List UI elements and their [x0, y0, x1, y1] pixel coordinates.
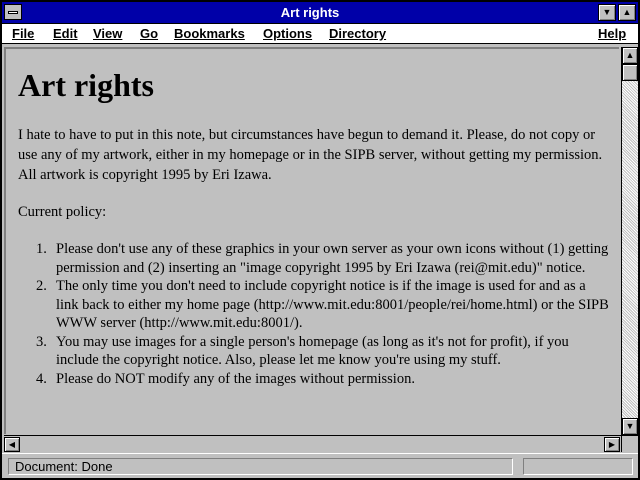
vertical-scroll-thumb[interactable] [622, 64, 638, 81]
browser-window: Art rights ▼ ▲ File Edit View Go Bookmar… [0, 0, 640, 480]
status-text: Document: Done [8, 458, 513, 475]
list-item: 3. You may use images for a single person… [36, 333, 611, 370]
menu-file[interactable]: File [12, 26, 34, 41]
window-title: Art rights [280, 5, 340, 20]
scroll-down-button[interactable]: ▼ [622, 418, 638, 435]
scroll-left-button[interactable]: ◀ [4, 437, 20, 452]
list-text: The only time you don't need to include … [56, 278, 609, 331]
title-bar[interactable]: Art rights ▼ ▲ [2, 2, 638, 24]
triangle-up-icon: ▲ [622, 7, 632, 17]
list-number: 3. [36, 333, 47, 350]
arrow-down-icon: ▼ [625, 421, 635, 431]
minimize-button[interactable]: ▼ [598, 4, 616, 21]
policy-list: 1. Please don't use any of these graphics… [36, 240, 611, 389]
scroll-right-button[interactable]: ▶ [604, 437, 620, 452]
policy-label: Current policy: [18, 204, 107, 220]
list-number: 1. [36, 241, 47, 257]
menu-view[interactable]: View [93, 26, 122, 41]
list-number: 2. [36, 278, 47, 294]
list-text: You may use images for a single person's… [56, 333, 569, 369]
list-number: 4. [36, 370, 47, 387]
status-bar: Document: Done [2, 453, 638, 478]
vertical-scrollbar[interactable]: ▲ ▼ [621, 47, 638, 435]
intro-paragraph: I hate to have to put in this note, but … [18, 127, 603, 183]
arrow-right-icon: ▶ [608, 440, 616, 449]
document-view[interactable]: Art rights I hate to have to put in this… [4, 47, 619, 434]
progress-indicator [523, 458, 633, 475]
menu-go[interactable]: Go [140, 26, 158, 41]
scroll-up-button[interactable]: ▲ [622, 47, 638, 64]
list-text: Please don't use any of these graphics i… [56, 241, 609, 276]
menu-edit[interactable]: Edit [53, 26, 78, 41]
page-heading: Art rights [18, 67, 154, 103]
maximize-button[interactable]: ▲ [618, 4, 636, 21]
system-menu-icon[interactable] [4, 4, 22, 20]
arrow-up-icon: ▲ [625, 50, 635, 60]
menu-bar: File Edit View Go Bookmarks Options Dire… [2, 24, 638, 44]
list-item: 1. Please don't use any of these graphics… [36, 240, 611, 277]
menu-directory[interactable]: Directory [329, 26, 386, 41]
triangle-down-icon: ▼ [602, 7, 612, 17]
menu-options[interactable]: Options [263, 26, 312, 41]
arrow-left-icon: ◀ [8, 440, 16, 449]
menu-bookmarks[interactable]: Bookmarks [174, 26, 245, 41]
scrollbar-corner [621, 435, 638, 452]
menu-help[interactable]: Help [598, 26, 626, 41]
list-item: 4. Please do NOT modify any of the images… [36, 370, 611, 389]
list-text: Please do NOT modify any of the images w… [56, 370, 415, 387]
list-item: 2. The only time you don't need to includ… [36, 277, 611, 333]
horizontal-scrollbar[interactable]: ◀ ▶ [4, 435, 621, 452]
